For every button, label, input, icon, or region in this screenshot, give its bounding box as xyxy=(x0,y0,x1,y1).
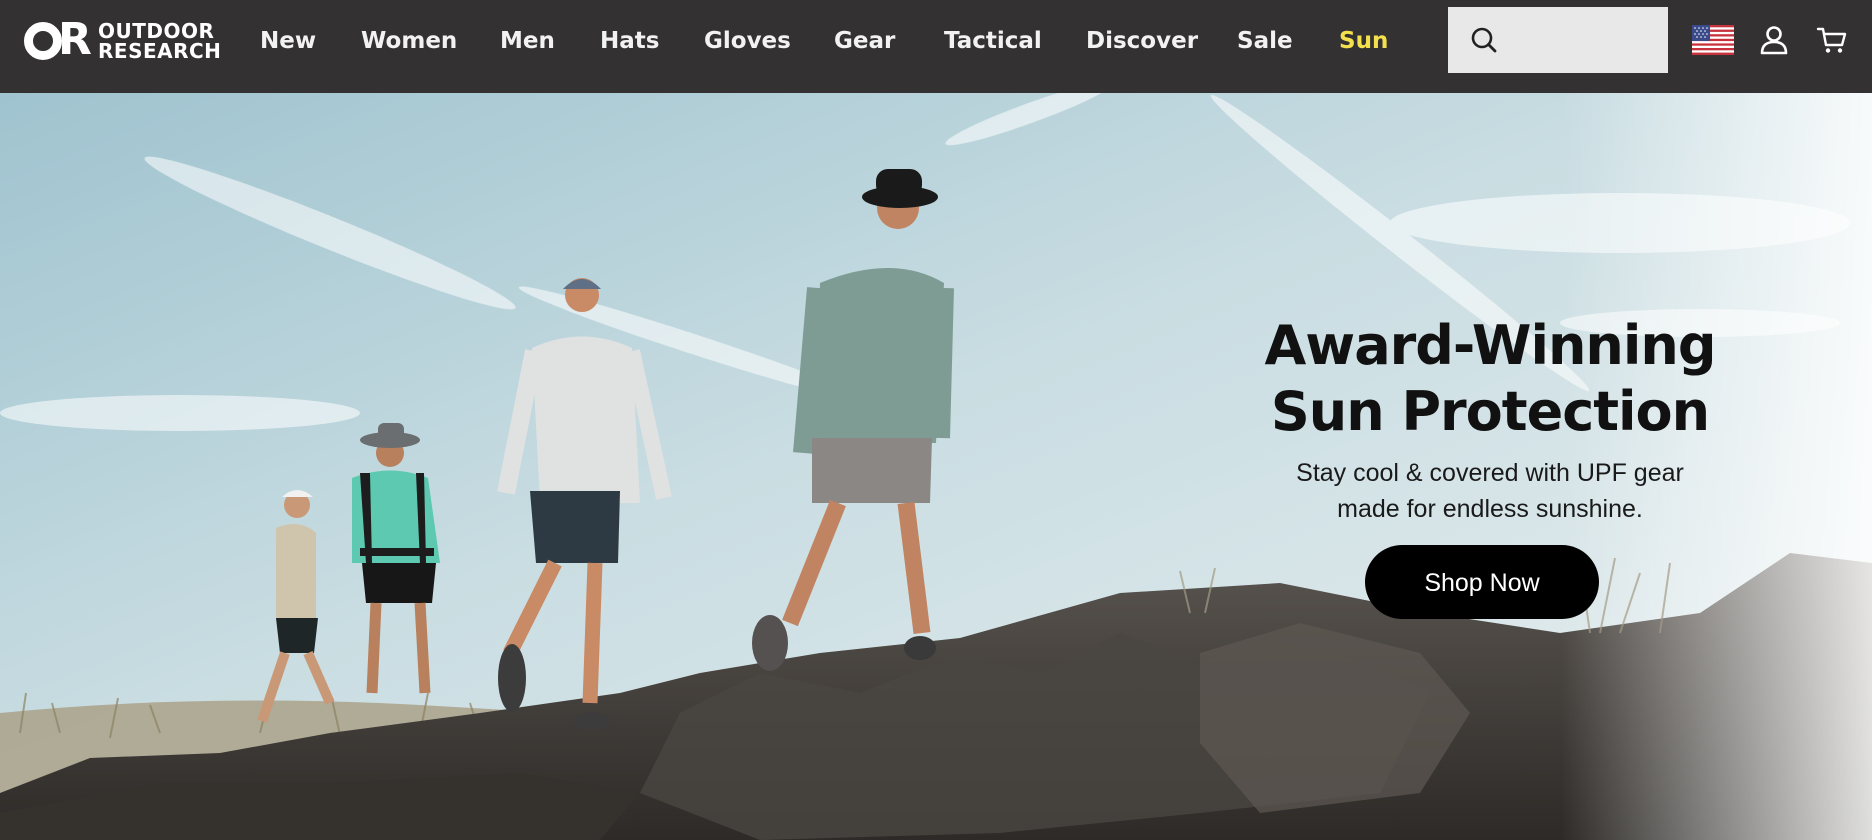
nav-item-sale[interactable]: Sale xyxy=(1237,26,1293,56)
nav-item-men[interactable]: Men xyxy=(500,26,555,56)
cart-icon[interactable] xyxy=(1816,24,1848,56)
search-icon xyxy=(1471,27,1497,53)
us-flag-icon[interactable] xyxy=(1692,25,1734,55)
nav-item-sun[interactable]: Sun xyxy=(1339,26,1388,56)
top-navigation-bar: R OUTDOOR RESEARCH New Women Men Hats Gl… xyxy=(0,0,1872,93)
search-box[interactable] xyxy=(1448,7,1668,73)
nav-item-new[interactable]: New xyxy=(260,26,316,56)
hero-title: Award-Winning Sun Protection xyxy=(1240,313,1740,445)
hero-subtitle: Stay cool & covered with UPF gear made f… xyxy=(1240,455,1740,527)
hero-title-line1: Award-Winning xyxy=(1264,314,1717,377)
main-nav: New Women Men Hats Gloves Gear Tactical … xyxy=(0,0,1420,93)
hero-subtitle-line2: made for endless sunshine. xyxy=(1337,495,1643,523)
hero-banner: Award-Winning Sun Protection Stay cool &… xyxy=(0,93,1872,840)
nav-item-hats[interactable]: Hats xyxy=(600,26,659,56)
nav-item-women[interactable]: Women xyxy=(361,26,457,56)
user-icon[interactable] xyxy=(1758,24,1790,56)
hero-subtitle-line1: Stay cool & covered with UPF gear xyxy=(1296,459,1684,487)
hero-copy-block: Award-Winning Sun Protection Stay cool &… xyxy=(1240,313,1740,619)
nav-item-tactical[interactable]: Tactical xyxy=(944,26,1042,56)
nav-item-gear[interactable]: Gear xyxy=(834,26,895,56)
nav-item-discover[interactable]: Discover xyxy=(1086,26,1198,56)
nav-item-gloves[interactable]: Gloves xyxy=(704,26,791,56)
hero-title-line2: Sun Protection xyxy=(1270,380,1710,443)
search-input[interactable] xyxy=(1510,20,1660,60)
shop-now-button[interactable]: Shop Now xyxy=(1365,545,1599,619)
